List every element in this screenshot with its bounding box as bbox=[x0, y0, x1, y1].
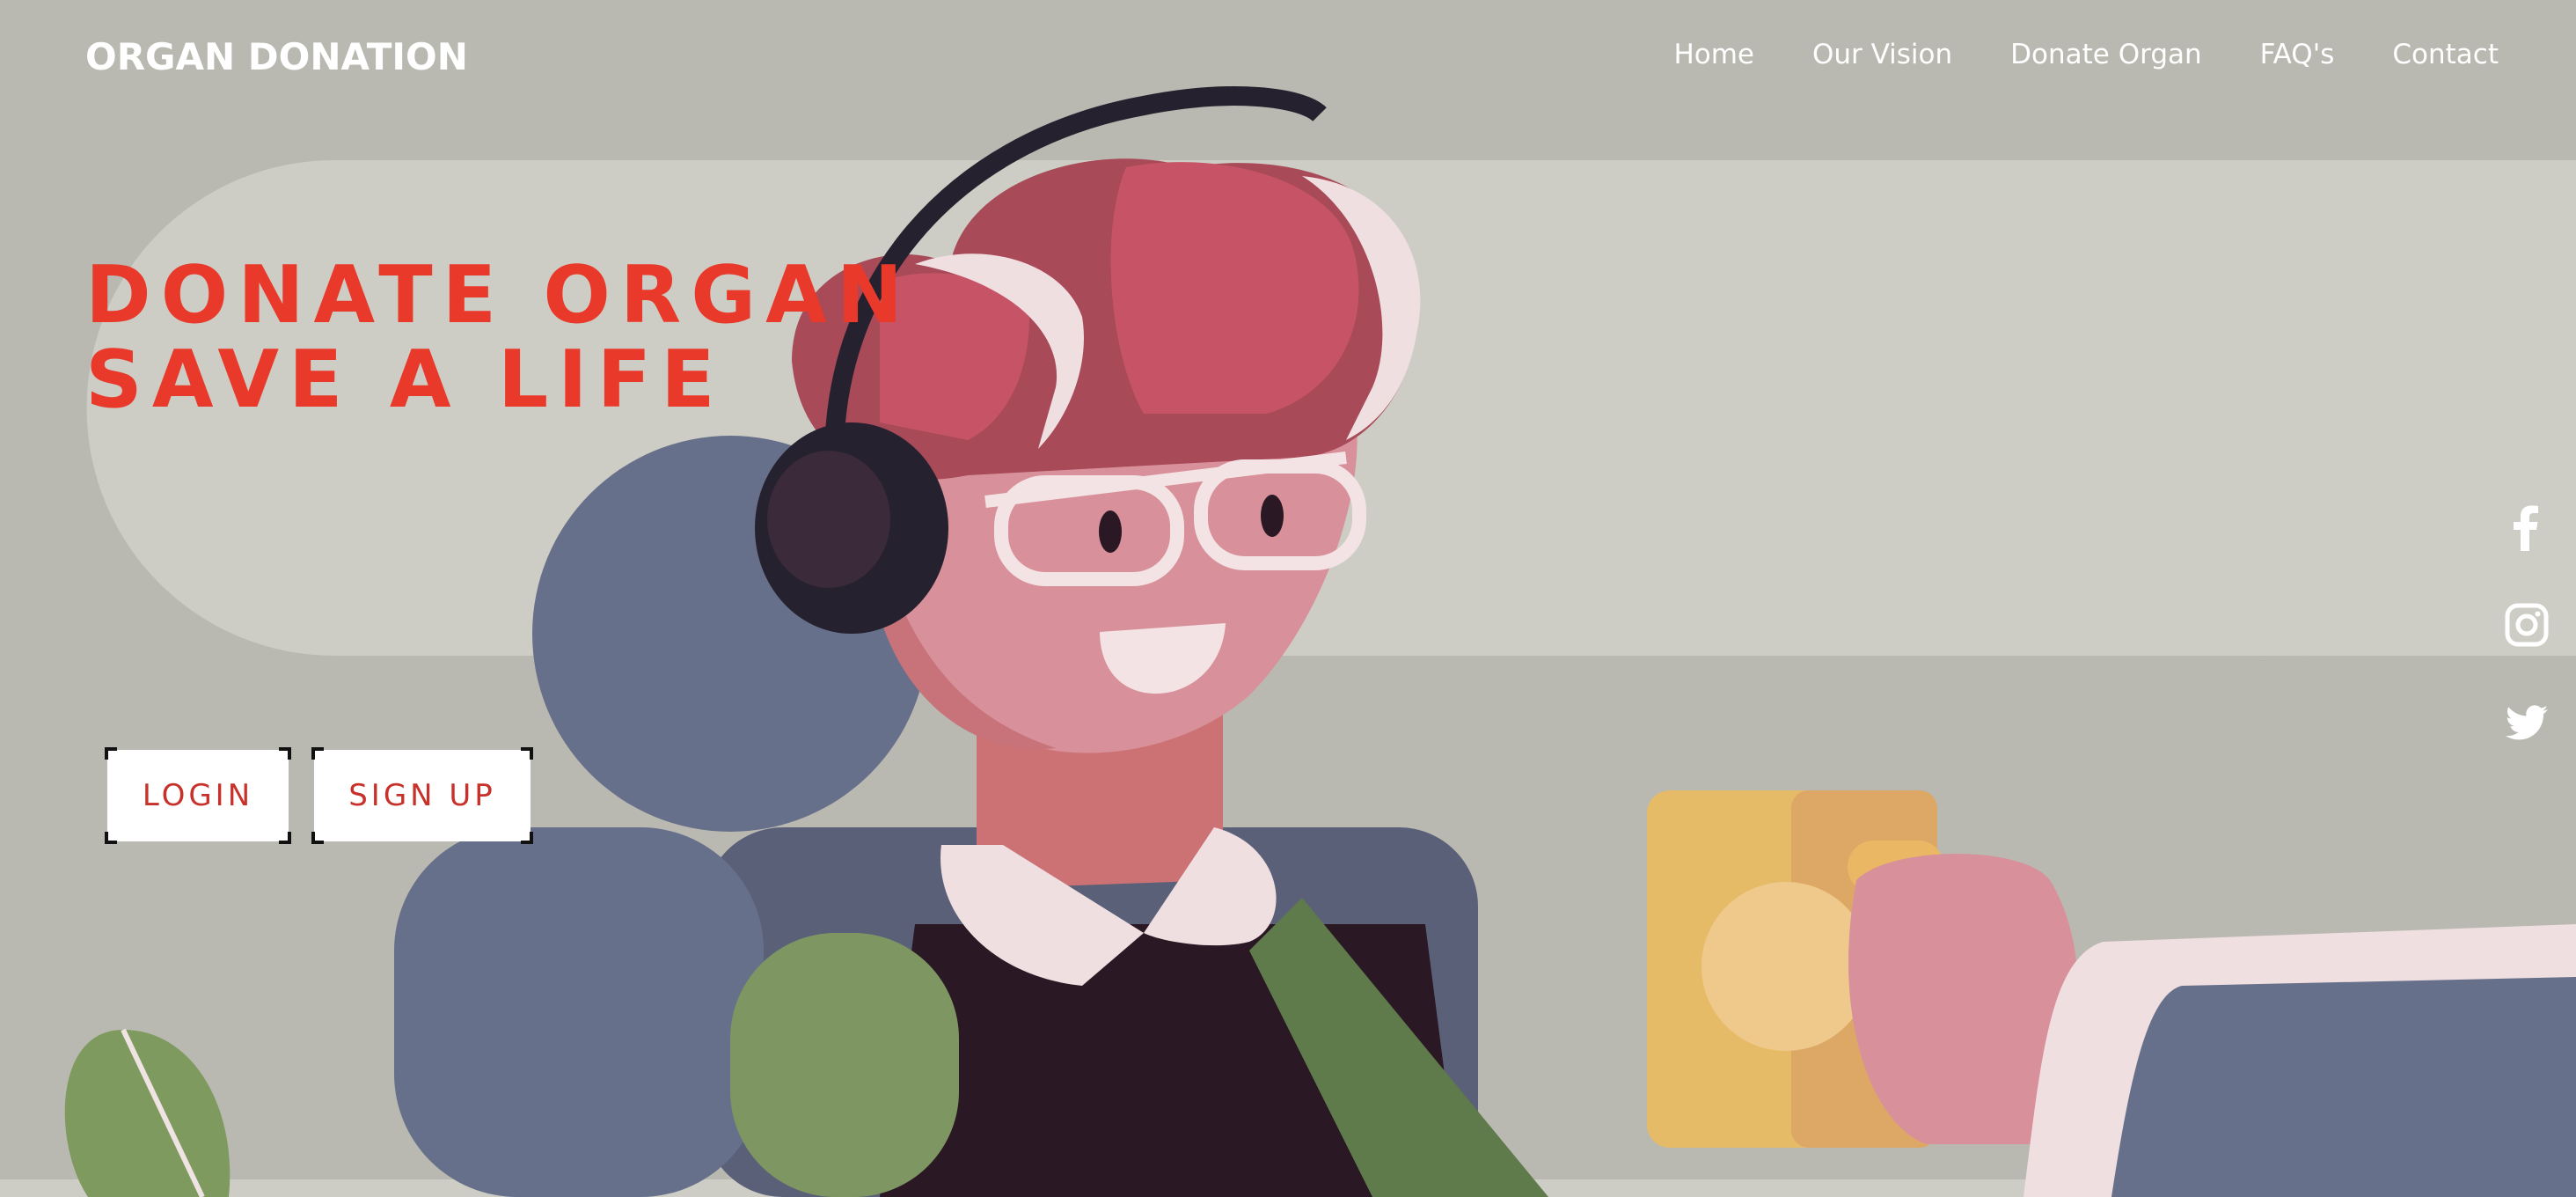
nav-link-home[interactable]: Home bbox=[1673, 39, 1754, 70]
corner-decoration bbox=[311, 832, 324, 844]
corner-decoration bbox=[105, 747, 117, 760]
login-button[interactable]: LOGIN bbox=[105, 747, 291, 844]
corner-decoration bbox=[521, 832, 533, 844]
login-button-label: LOGIN bbox=[142, 778, 254, 813]
facebook-icon[interactable] bbox=[2502, 502, 2551, 551]
nav-link-donate-organ[interactable]: Donate Organ bbox=[2010, 39, 2201, 70]
site-logo-title[interactable]: ORGAN DONATION bbox=[85, 35, 468, 78]
instagram-icon[interactable] bbox=[2502, 600, 2551, 650]
nav-link-our-vision[interactable]: Our Vision bbox=[1812, 39, 1952, 70]
corner-decoration bbox=[279, 747, 291, 760]
corner-decoration bbox=[311, 747, 324, 760]
hero-heading-line-1: DONATE ORGAN bbox=[85, 249, 913, 341]
nav-link-faqs[interactable]: FAQ's bbox=[2260, 39, 2335, 70]
sign-up-button-label: SIGN UP bbox=[348, 778, 496, 813]
twitter-icon[interactable] bbox=[2502, 699, 2551, 748]
corner-decoration bbox=[105, 832, 117, 844]
corner-decoration bbox=[521, 747, 533, 760]
sign-up-button[interactable]: SIGN UP bbox=[311, 747, 533, 844]
hero-heading-line-2: SAVE A LIFE bbox=[85, 334, 725, 426]
hero-heading: DONATE ORGAN SAVE A LIFE bbox=[85, 253, 912, 422]
social-links bbox=[2502, 502, 2551, 748]
corner-decoration bbox=[279, 832, 291, 844]
nav-link-contact[interactable]: Contact bbox=[2392, 39, 2499, 70]
main-navigation: Home Our Vision Donate Organ FAQ's Conta… bbox=[1673, 39, 2499, 70]
hero-background-illustration bbox=[0, 0, 2576, 1197]
